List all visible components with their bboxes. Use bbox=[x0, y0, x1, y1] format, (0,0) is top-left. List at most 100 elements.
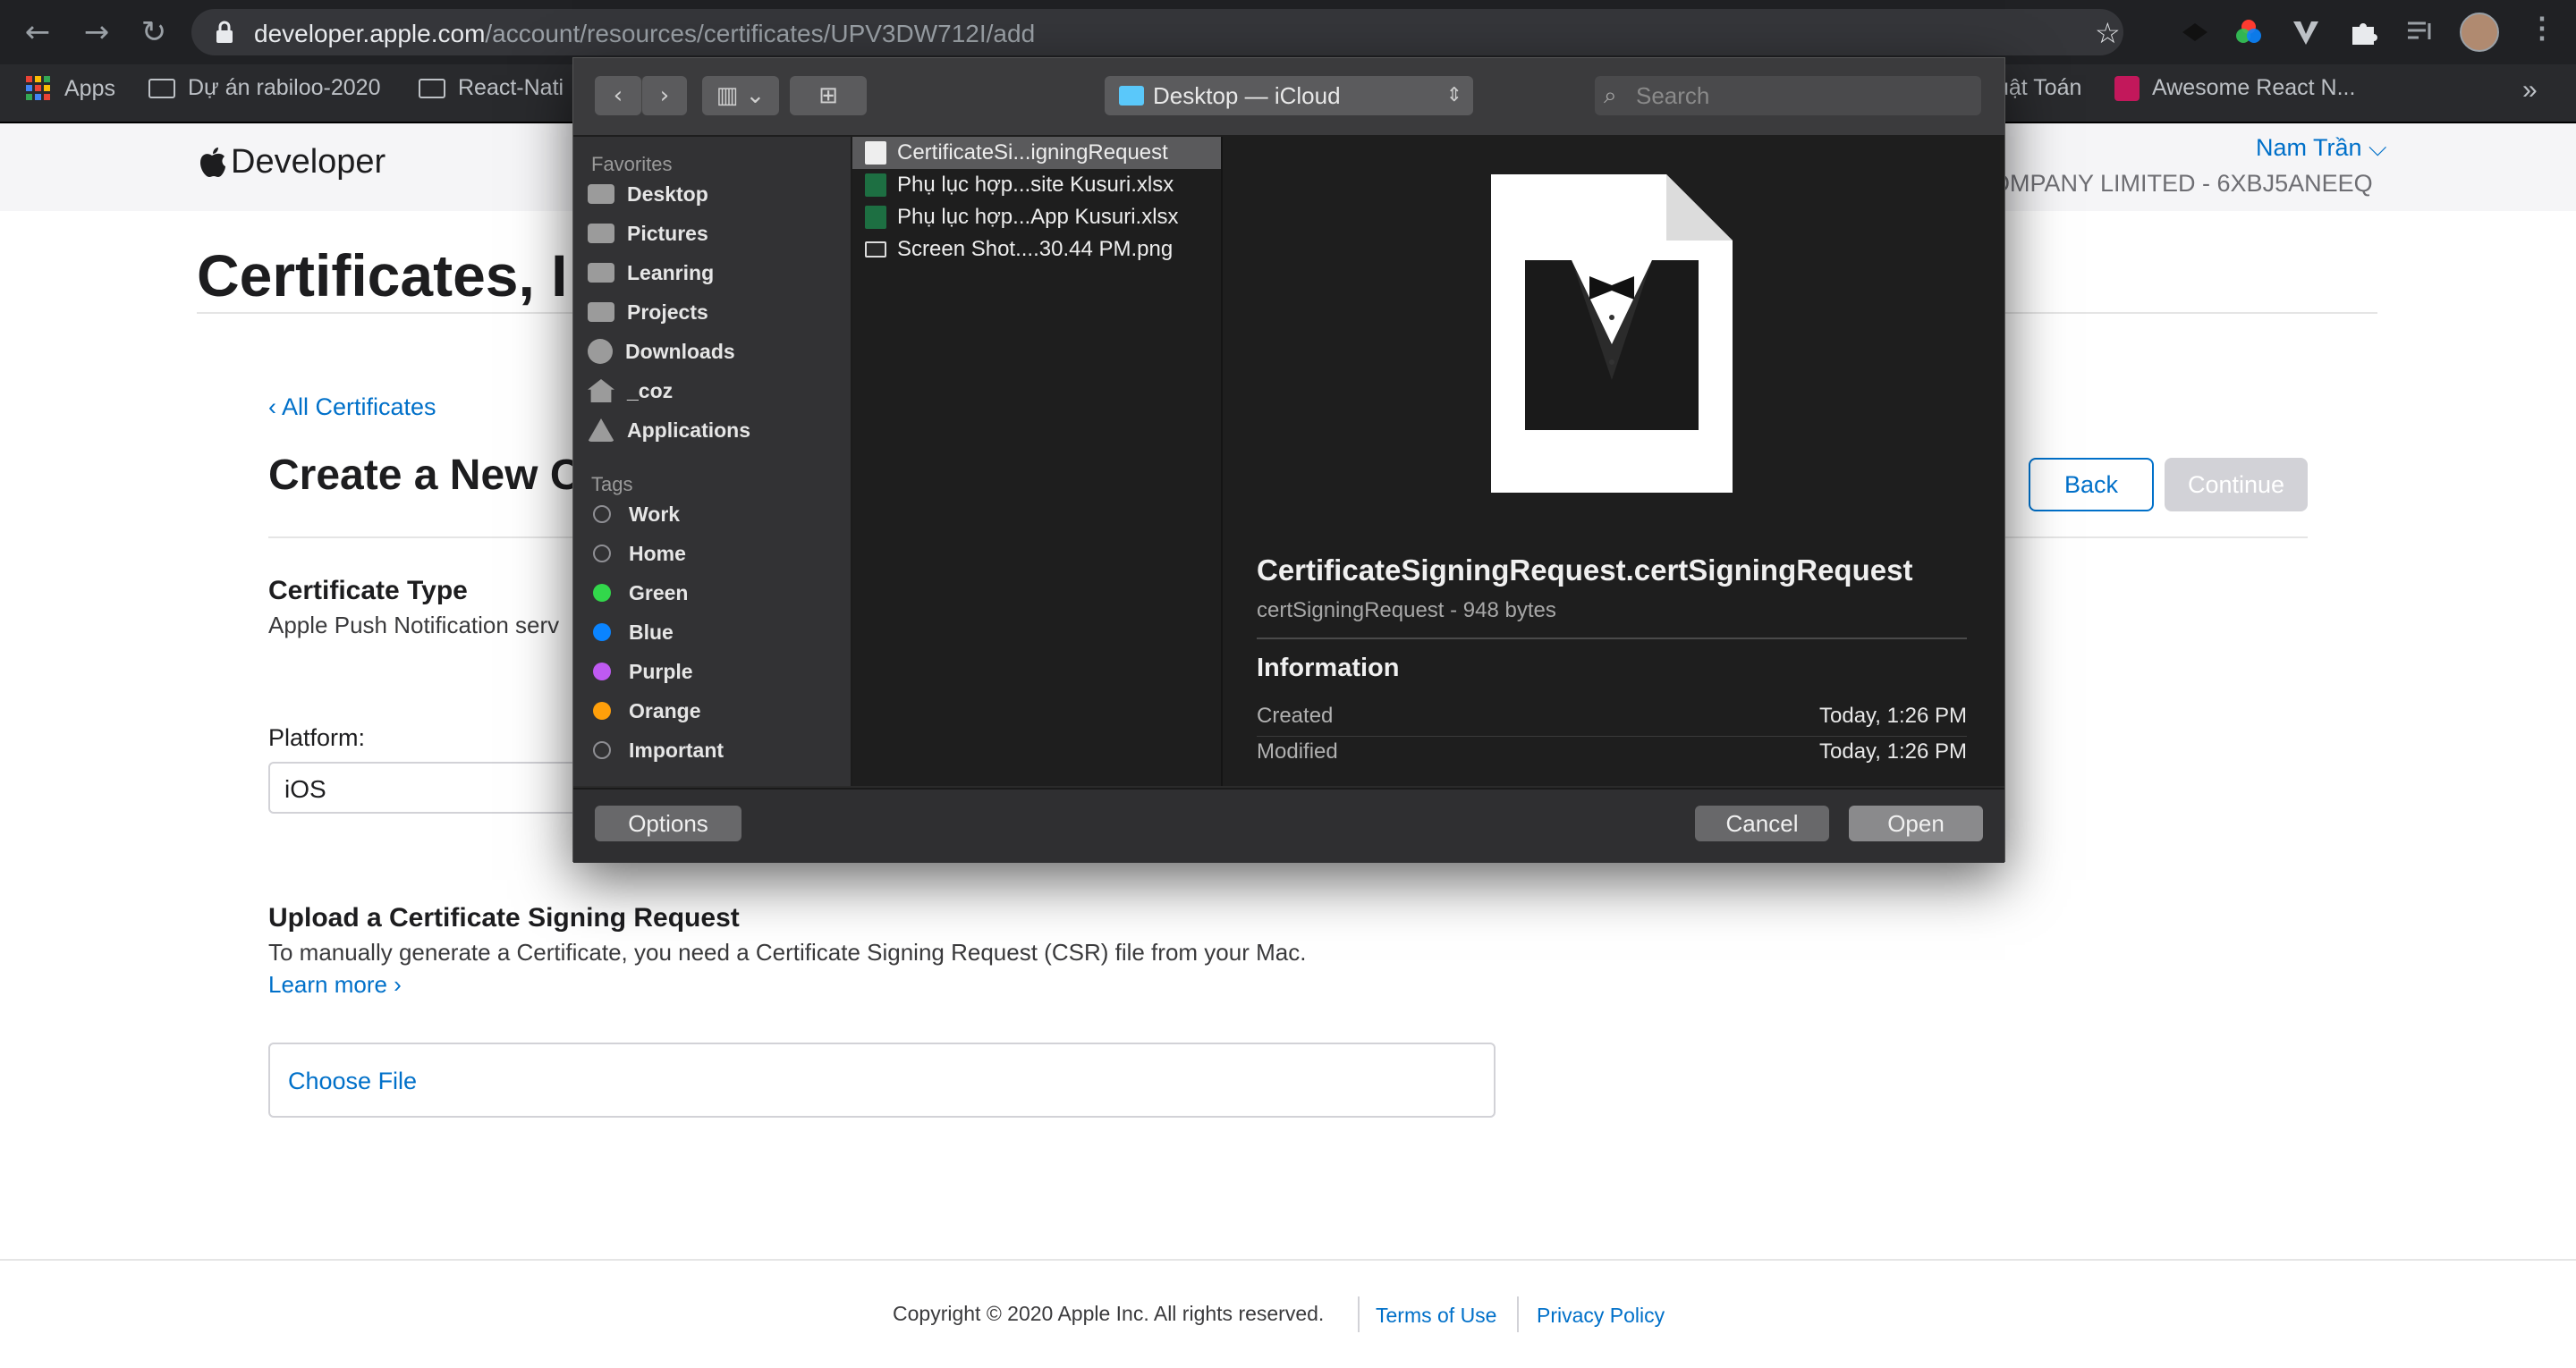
location-dropdown[interactable]: Desktop — iCloud ⇕ bbox=[1105, 76, 1473, 115]
tag-label: Important bbox=[629, 738, 724, 762]
url-path: /account/resources/certificates/UPV3DW71… bbox=[485, 20, 1036, 47]
learn-more-link[interactable]: Learn more › bbox=[268, 971, 402, 999]
page-title: Certificates, I bbox=[197, 242, 568, 308]
file-name: CertificateSi...igningRequest bbox=[897, 140, 1168, 165]
bookmark-react-native[interactable]: React-Nati bbox=[419, 75, 564, 101]
back-arrow-icon[interactable]: ← bbox=[14, 9, 61, 55]
updown-chevron-icon: ⇕ bbox=[1445, 84, 1462, 106]
tag-label: Home bbox=[629, 541, 686, 565]
apps-grid-icon bbox=[26, 76, 50, 100]
tag-dot-icon bbox=[593, 505, 611, 523]
team-name: OMPANY LIMITED - 6XBJ5ANEEQ bbox=[1991, 170, 2373, 197]
new-folder-icon[interactable]: ⊞ bbox=[790, 76, 867, 115]
sidebar-item-pictures[interactable]: Pictures bbox=[588, 215, 847, 251]
choose-file-button[interactable]: Choose File bbox=[288, 1068, 417, 1095]
folder-icon bbox=[588, 302, 614, 322]
developer-logo[interactable]: Developer bbox=[199, 143, 386, 182]
file-row[interactable]: Phụ lục hợp...App Kusuri.xlsx bbox=[852, 201, 1221, 233]
info-row-modified: Modified Today, 1:26 PM bbox=[1257, 738, 1967, 773]
more-bookmarks-chevron[interactable]: » bbox=[2522, 75, 2538, 106]
page-footer: Copyright © 2020 Apple Inc. All rights r… bbox=[0, 1259, 2576, 1368]
information-header: Information bbox=[1257, 654, 1400, 682]
reload-icon[interactable]: ↻ bbox=[131, 9, 177, 55]
dialog-forward-chevron-icon[interactable]: › bbox=[641, 76, 687, 115]
choose-file-dropzone[interactable]: Choose File bbox=[268, 1043, 1496, 1118]
puzzle-extensions-icon[interactable] bbox=[2347, 16, 2379, 48]
url-host: developer.apple.com bbox=[254, 20, 486, 47]
dialog-button-bar: Options Cancel Open bbox=[573, 788, 2004, 863]
user-menu[interactable]: Nam Trần ⌵ bbox=[2256, 134, 2387, 163]
desktop-icon bbox=[588, 184, 614, 204]
file-row[interactable]: Phụ lục hợp...site Kusuri.xlsx bbox=[852, 169, 1221, 201]
info-label: Created bbox=[1257, 704, 1334, 728]
tag-purple[interactable]: Purple bbox=[588, 654, 847, 689]
sidebar-item-label: Projects bbox=[627, 300, 708, 324]
dialog-back-chevron-icon[interactable]: ‹ bbox=[595, 76, 641, 115]
sidebar-item-label: _coz bbox=[627, 378, 674, 402]
open-button[interactable]: Open bbox=[1849, 806, 1983, 841]
view-columns-icon[interactable]: ▥ ⌄ bbox=[702, 76, 779, 115]
bookmark-rabiloo[interactable]: Dự án rabiloo-2020 bbox=[148, 75, 380, 101]
dialog-toolbar: ‹ › ▥ ⌄ ⊞ Desktop — iCloud ⇕ ⌕ Search bbox=[573, 58, 2004, 137]
certificate-type-label: Certificate Type bbox=[268, 576, 468, 605]
sidebar-item-label: Downloads bbox=[625, 339, 735, 363]
tag-work[interactable]: Work bbox=[588, 496, 847, 532]
bookmark-label: Dự án rabiloo-2020 bbox=[188, 75, 381, 100]
sidebar-item-downloads[interactable]: Downloads bbox=[588, 334, 847, 369]
address-bar[interactable]: developer.apple.com/account/resources/ce… bbox=[191, 9, 2123, 55]
certificate-file-icon bbox=[865, 141, 886, 165]
sidebar-item-projects[interactable]: Projects bbox=[588, 294, 847, 330]
reading-list-icon[interactable] bbox=[2404, 16, 2436, 48]
browser-toolbar: ← → ↻ developer.apple.com/account/resour… bbox=[0, 0, 2576, 64]
preview-subtitle: certSigningRequest - 948 bytes bbox=[1257, 598, 1556, 622]
browser-menu-icon[interactable]: ⋮ bbox=[2528, 11, 2556, 45]
profile-avatar[interactable] bbox=[2460, 13, 2499, 52]
tag-home[interactable]: Home bbox=[588, 536, 847, 571]
options-button[interactable]: Options bbox=[595, 806, 741, 841]
privacy-policy-link[interactable]: Privacy Policy bbox=[1537, 1304, 1665, 1328]
all-certificates-link[interactable]: ‹ All Certificates bbox=[268, 393, 436, 421]
bookmark-label: Apps bbox=[64, 75, 115, 101]
location-label: Desktop — iCloud bbox=[1153, 82, 1341, 109]
tag-dot-icon bbox=[593, 545, 611, 562]
bookmark-star-icon[interactable]: ☆ bbox=[2095, 16, 2121, 50]
continue-button[interactable]: Continue bbox=[2165, 458, 2308, 511]
color-wheel-extension-icon[interactable] bbox=[2233, 16, 2265, 48]
tag-green[interactable]: Green bbox=[588, 575, 847, 611]
preview-filename: CertificateSigningRequest.certSigningReq… bbox=[1257, 553, 1913, 587]
finder-sidebar[interactable]: Favorites Desktop Pictures Leanring Proj… bbox=[573, 137, 852, 786]
search-field[interactable]: ⌕ Search bbox=[1595, 76, 1981, 115]
sidebar-item-coz[interactable]: _coz bbox=[588, 373, 847, 409]
certificate-type-value: Apple Push Notification serv bbox=[268, 612, 560, 638]
bookmark-awesome-react[interactable]: Awesome React N... bbox=[2114, 75, 2355, 101]
applications-icon bbox=[588, 418, 614, 442]
home-icon bbox=[588, 379, 614, 402]
bookmark-thuat-toan[interactable]: uật Toán bbox=[1996, 75, 2081, 101]
tag-orange[interactable]: Orange bbox=[588, 693, 847, 729]
upload-csr-description: To manually generate a Certificate, you … bbox=[268, 939, 1307, 966]
forward-arrow-icon[interactable]: → bbox=[73, 9, 120, 55]
cancel-button[interactable]: Cancel bbox=[1695, 806, 1829, 841]
tag-blue[interactable]: Blue bbox=[588, 614, 847, 650]
file-open-dialog: ‹ › ▥ ⌄ ⊞ Desktop — iCloud ⇕ ⌕ Search Fa… bbox=[572, 57, 2005, 863]
terms-of-use-link[interactable]: Terms of Use bbox=[1376, 1304, 1496, 1328]
vimium-extension-icon[interactable] bbox=[2290, 16, 2322, 48]
copyright-text: Copyright © 2020 Apple Inc. All rights r… bbox=[893, 1302, 1325, 1325]
sidebar-item-applications[interactable]: Applications bbox=[588, 412, 847, 448]
file-list-column[interactable]: CertificateSi...igningRequest Phụ lục hợ… bbox=[852, 137, 1223, 786]
file-row[interactable]: CertificateSi...igningRequest bbox=[852, 137, 1221, 169]
tag-important[interactable]: Important bbox=[588, 732, 847, 768]
back-button[interactable]: Back bbox=[2029, 458, 2154, 511]
extension-icon[interactable] bbox=[2179, 16, 2211, 48]
developer-logo-text: Developer bbox=[231, 143, 386, 181]
info-label: Modified bbox=[1257, 739, 1338, 764]
sidebar-item-desktop[interactable]: Desktop bbox=[588, 176, 847, 212]
sidebar-item-leanring[interactable]: Leanring bbox=[588, 255, 847, 291]
tag-dot-icon bbox=[593, 584, 611, 602]
info-value: Today, 1:26 PM bbox=[1819, 739, 1967, 764]
image-file-icon bbox=[865, 241, 886, 258]
bookmark-apps[interactable]: Apps bbox=[25, 75, 115, 102]
file-name: Screen Shot....30.44 PM.png bbox=[897, 237, 1174, 261]
footer-divider bbox=[1358, 1296, 1360, 1332]
file-row[interactable]: Screen Shot....30.44 PM.png bbox=[852, 233, 1221, 266]
